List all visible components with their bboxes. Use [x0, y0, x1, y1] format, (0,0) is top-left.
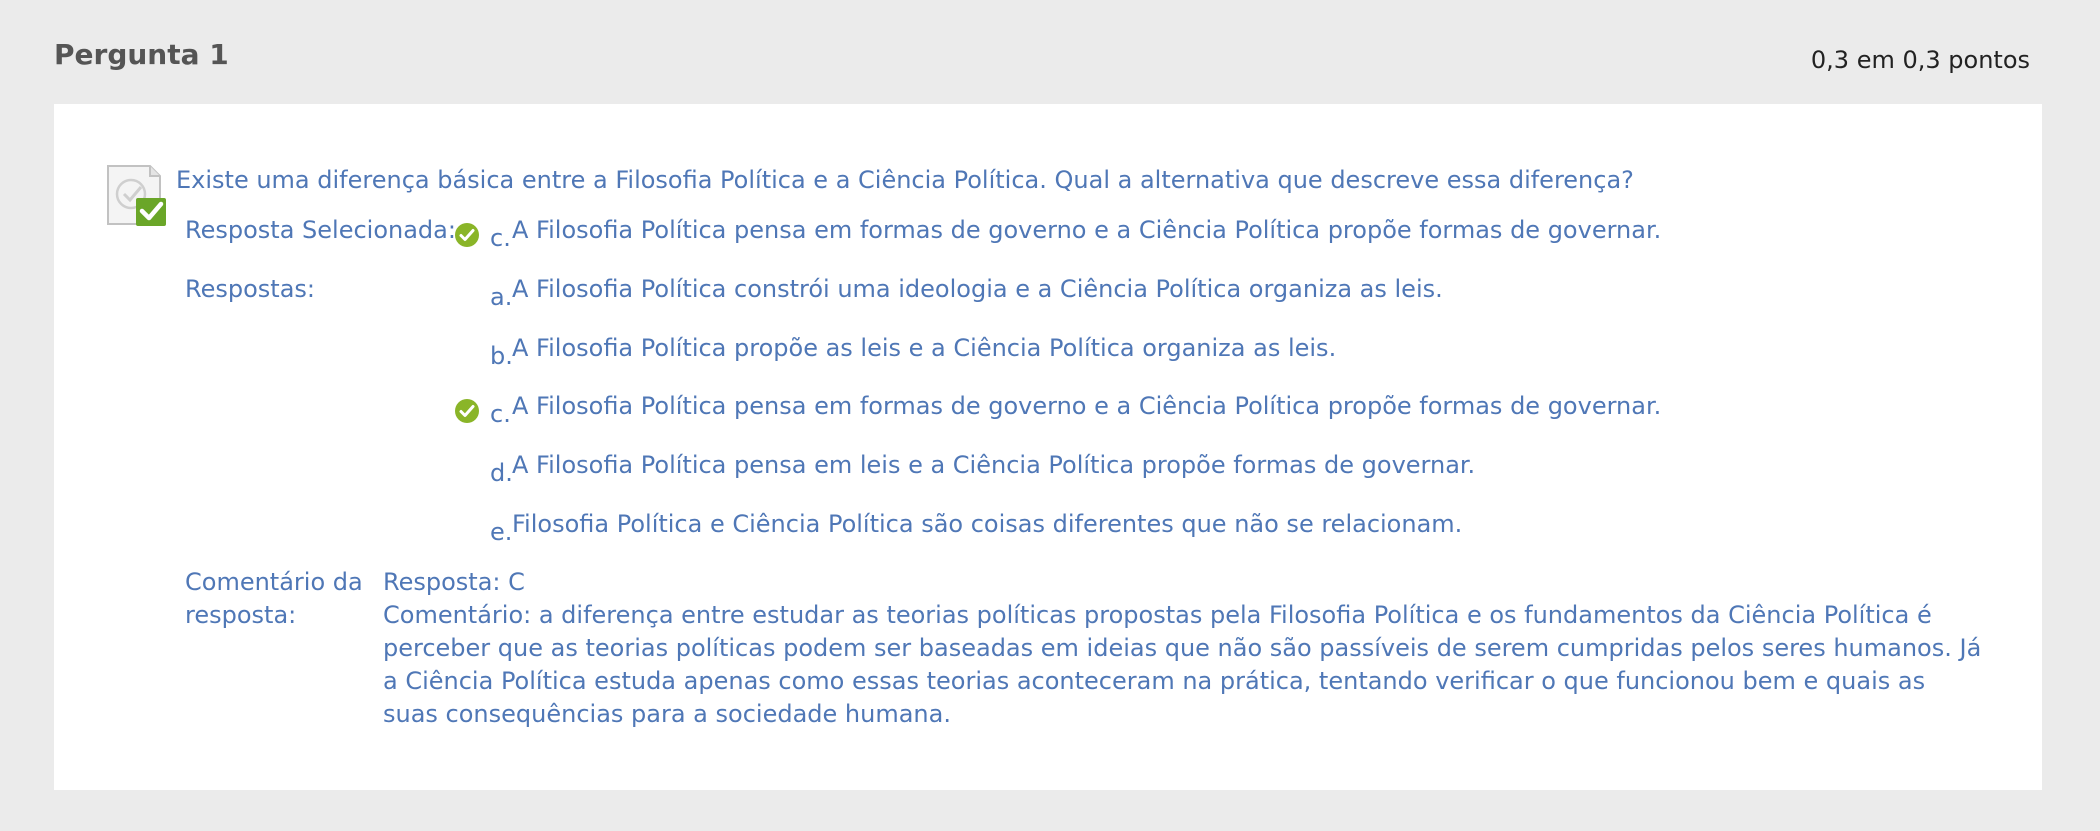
answer-text: A Filosofia Política propõe as leis e a …: [512, 334, 1337, 362]
answer-letter: e.: [490, 518, 513, 546]
check-circle-icon: [455, 223, 479, 247]
answer-letter: b.: [490, 342, 513, 370]
selected-answer-letter: c.: [490, 224, 511, 252]
question-title: Pergunta 1: [54, 38, 229, 71]
selected-answer-text: A Filosofia Política pensa em formas de …: [512, 216, 1662, 244]
check-circle-icon: [455, 399, 479, 423]
question-header: Pergunta 1 0,3 em 0,3 pontos: [54, 36, 2030, 76]
answer-text: A Filosofia Política pensa em formas de …: [512, 392, 1662, 420]
selected-answer-label: Resposta Selecionada:: [185, 216, 456, 244]
comment-text: Comentário: a diferença entre estudar as…: [383, 601, 1982, 728]
correct-document-icon: [107, 165, 166, 226]
answer-text: Filosofia Política e Ciência Política sã…: [512, 510, 1463, 538]
answer-letter: a.: [490, 283, 513, 311]
answer-text: A Filosofia Política constrói uma ideolo…: [512, 275, 1443, 303]
answer-letter: c.: [490, 400, 511, 428]
question-card: Existe uma diferença básica entre a Filo…: [54, 104, 2042, 790]
comment-answer: Resposta: C: [383, 568, 525, 596]
question-points: 0,3 em 0,3 pontos: [1810, 46, 2030, 74]
answers-label: Respostas:: [185, 275, 315, 303]
answer-letter: d.: [490, 459, 513, 487]
comment-label: Comentário da resposta:: [185, 568, 363, 629]
comment-body: Resposta: C Comentário: a diferença entr…: [383, 566, 1983, 731]
answer-text: A Filosofia Política pensa em leis e a C…: [512, 451, 1476, 479]
question-text: Existe uma diferença básica entre a Filo…: [176, 166, 1634, 194]
